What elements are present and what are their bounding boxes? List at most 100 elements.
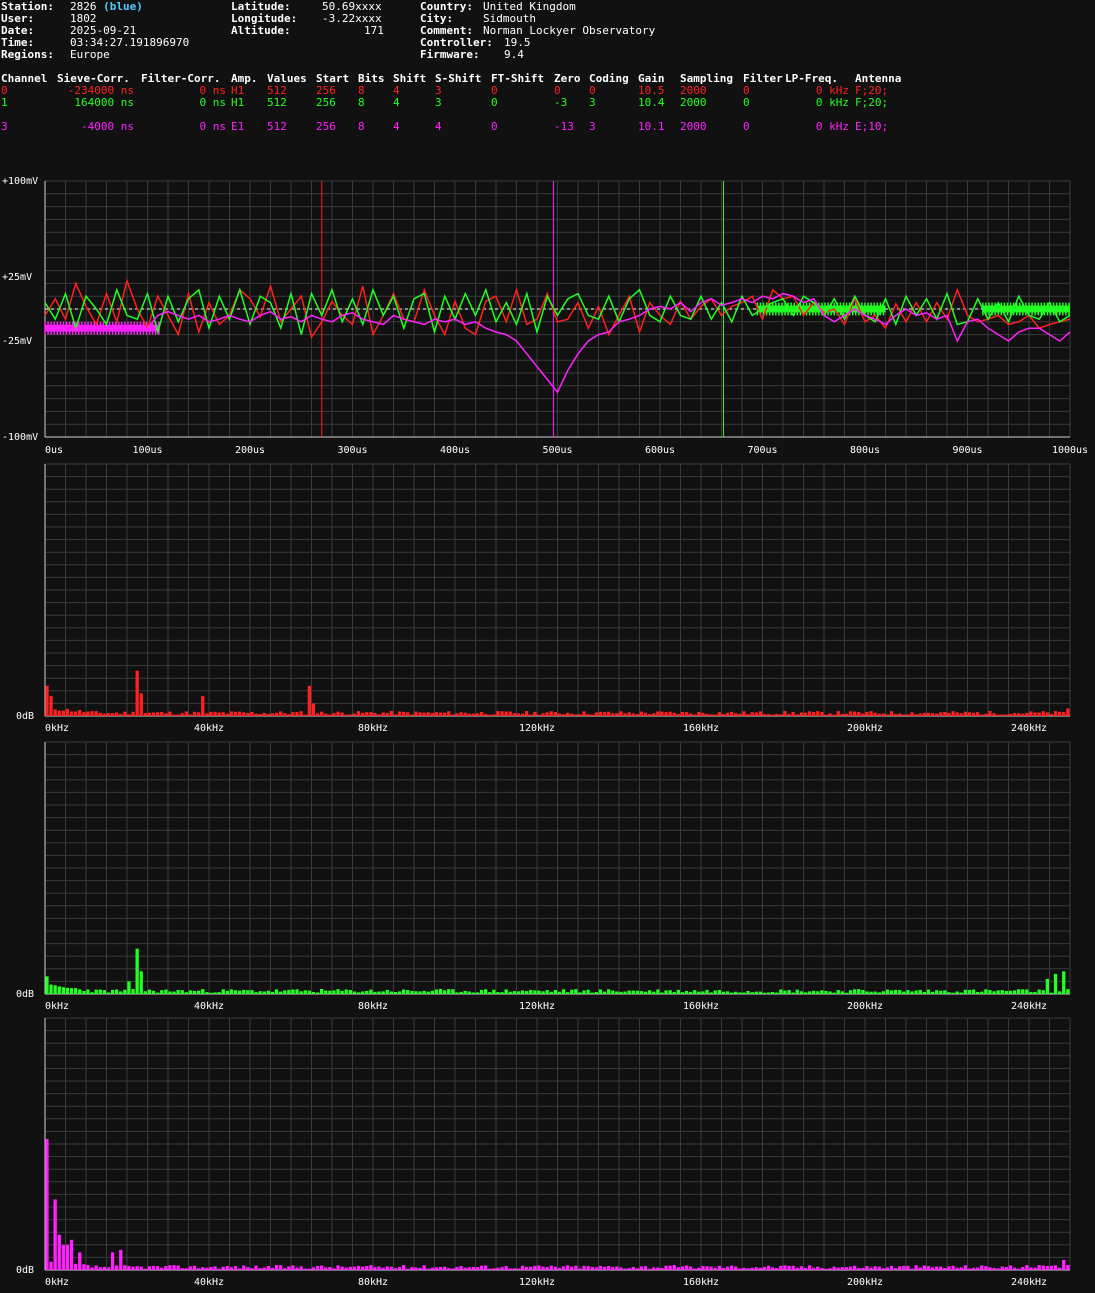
spectrum-bar <box>1058 1267 1062 1270</box>
spectrum-bar <box>406 989 410 994</box>
spectrum-bar <box>693 1268 697 1270</box>
spectrum-bar <box>582 711 586 716</box>
spectrum-bar <box>127 1265 131 1270</box>
spectrum-bar <box>520 1265 525 1270</box>
spectrum-bar <box>512 713 516 716</box>
spectrum-bar <box>332 990 336 994</box>
spectrum-bar <box>643 991 648 994</box>
spectrum-bar <box>447 989 451 994</box>
spectrum-bar <box>955 991 959 994</box>
spectrum-bar <box>935 713 939 716</box>
table-cell: -4000 ns <box>81 120 134 133</box>
spectrum-bar <box>430 713 434 716</box>
spectrum-bar <box>721 1267 726 1270</box>
x-tick-label: 800us <box>850 445 880 456</box>
spectrum-bar <box>533 711 537 716</box>
spectrum-bar <box>844 713 849 716</box>
spectrum-bar <box>832 992 836 994</box>
spectrum-bar <box>172 714 176 716</box>
spectrum-bar <box>156 992 160 994</box>
spectrum-bar <box>537 990 541 994</box>
spectrum-bar <box>824 990 828 994</box>
spectrum-bar <box>672 991 676 994</box>
spectrum-bar <box>738 992 742 994</box>
spectrum-bar <box>127 714 131 716</box>
spectrum-bar <box>1029 1267 1033 1270</box>
spectrum-bar <box>717 712 721 716</box>
spectrum-bar <box>816 991 820 994</box>
x-tick-label: 400us <box>440 445 470 456</box>
spectrum-bar <box>53 985 57 994</box>
spectrum-bar <box>611 990 615 994</box>
spectrum-bar <box>250 990 254 994</box>
spectrum-bar <box>315 1265 320 1270</box>
spectrum-bar <box>488 1268 492 1270</box>
spectrum-bar <box>1058 711 1062 716</box>
spectrum-bar <box>648 714 652 716</box>
spectrum-bar <box>254 1265 258 1270</box>
spectrum-bar <box>192 990 197 994</box>
spectrum-bar <box>619 711 623 716</box>
spectrum-bar <box>635 714 639 716</box>
spectrum-bar <box>935 1266 939 1270</box>
spectrum-bar <box>824 1268 828 1270</box>
spectrum-bar <box>664 712 668 716</box>
spectrum-bar <box>467 1267 471 1270</box>
spectrum-bar <box>779 714 783 716</box>
spectrum-bar <box>873 712 877 716</box>
spectrum-bar <box>365 712 369 716</box>
spectrum-bar <box>738 713 742 716</box>
spectrum-bar <box>627 712 631 716</box>
spectrum-bar <box>586 989 590 994</box>
spectrum-bar <box>959 992 963 994</box>
spectrum-bar <box>734 991 738 994</box>
spectrum-bar <box>795 714 799 716</box>
spectrum-bar <box>799 712 803 716</box>
spectrum-bar <box>894 989 898 994</box>
table-cell: 4 <box>435 120 442 133</box>
spectrum-bar <box>1012 1267 1017 1270</box>
spectrum-bar <box>94 711 98 716</box>
spectrum-bar <box>992 991 996 994</box>
spectrum-bar <box>807 711 812 716</box>
spectrum-bar <box>115 1265 119 1270</box>
spectrum-bar <box>529 989 533 994</box>
spectrum-bar <box>74 1263 78 1270</box>
spectrum-bar <box>340 990 344 994</box>
spectrum-bar <box>1053 1265 1058 1270</box>
spectrum-bar <box>840 991 844 994</box>
spectrum-bar <box>217 1268 221 1270</box>
spectrum-bar <box>980 1265 984 1270</box>
spectrum-bar <box>1029 992 1033 994</box>
spectrum-bar <box>430 990 434 994</box>
spectrum-bar <box>143 991 147 994</box>
y-axis-label: 0dB <box>16 989 34 1000</box>
spectrum-bar <box>307 990 311 994</box>
spectrum-bar <box>192 711 197 716</box>
spectrum-bar <box>549 711 553 716</box>
spectrum-bar <box>844 1267 849 1270</box>
spectrum-plot-channel-1: 0dB 0kHz 40kHz 80kHz 120kHz 160kHz 200kHz 240kH… <box>16 741 1071 1012</box>
spectrum-bar <box>397 1267 402 1270</box>
x-tick-label: 40kHz <box>194 1277 224 1288</box>
spectrum-bar <box>402 989 406 994</box>
spectrum-bar <box>853 989 857 994</box>
column-header: FT-Shift <box>491 72 544 85</box>
spectrum-bar <box>176 989 180 994</box>
spectrum-bar <box>131 989 135 994</box>
spectrum-bar <box>762 992 767 994</box>
spectrum-bar <box>623 991 627 994</box>
column-header: Channel <box>1 72 48 85</box>
spectrum-bar <box>184 1268 188 1270</box>
spectrum-bar <box>434 712 439 716</box>
spectrum-bar <box>590 992 594 994</box>
spectrum-bar <box>971 712 976 716</box>
spectrum-bar <box>82 1264 86 1270</box>
spectrum-bar <box>582 990 586 994</box>
spectrum-bar <box>705 989 709 994</box>
spectrum-bar <box>393 714 398 716</box>
spectrum-bar <box>213 711 217 716</box>
y-tick-label: -100mV <box>2 432 38 443</box>
spectrum-bar <box>381 991 385 994</box>
spectrum-bar <box>930 713 935 716</box>
